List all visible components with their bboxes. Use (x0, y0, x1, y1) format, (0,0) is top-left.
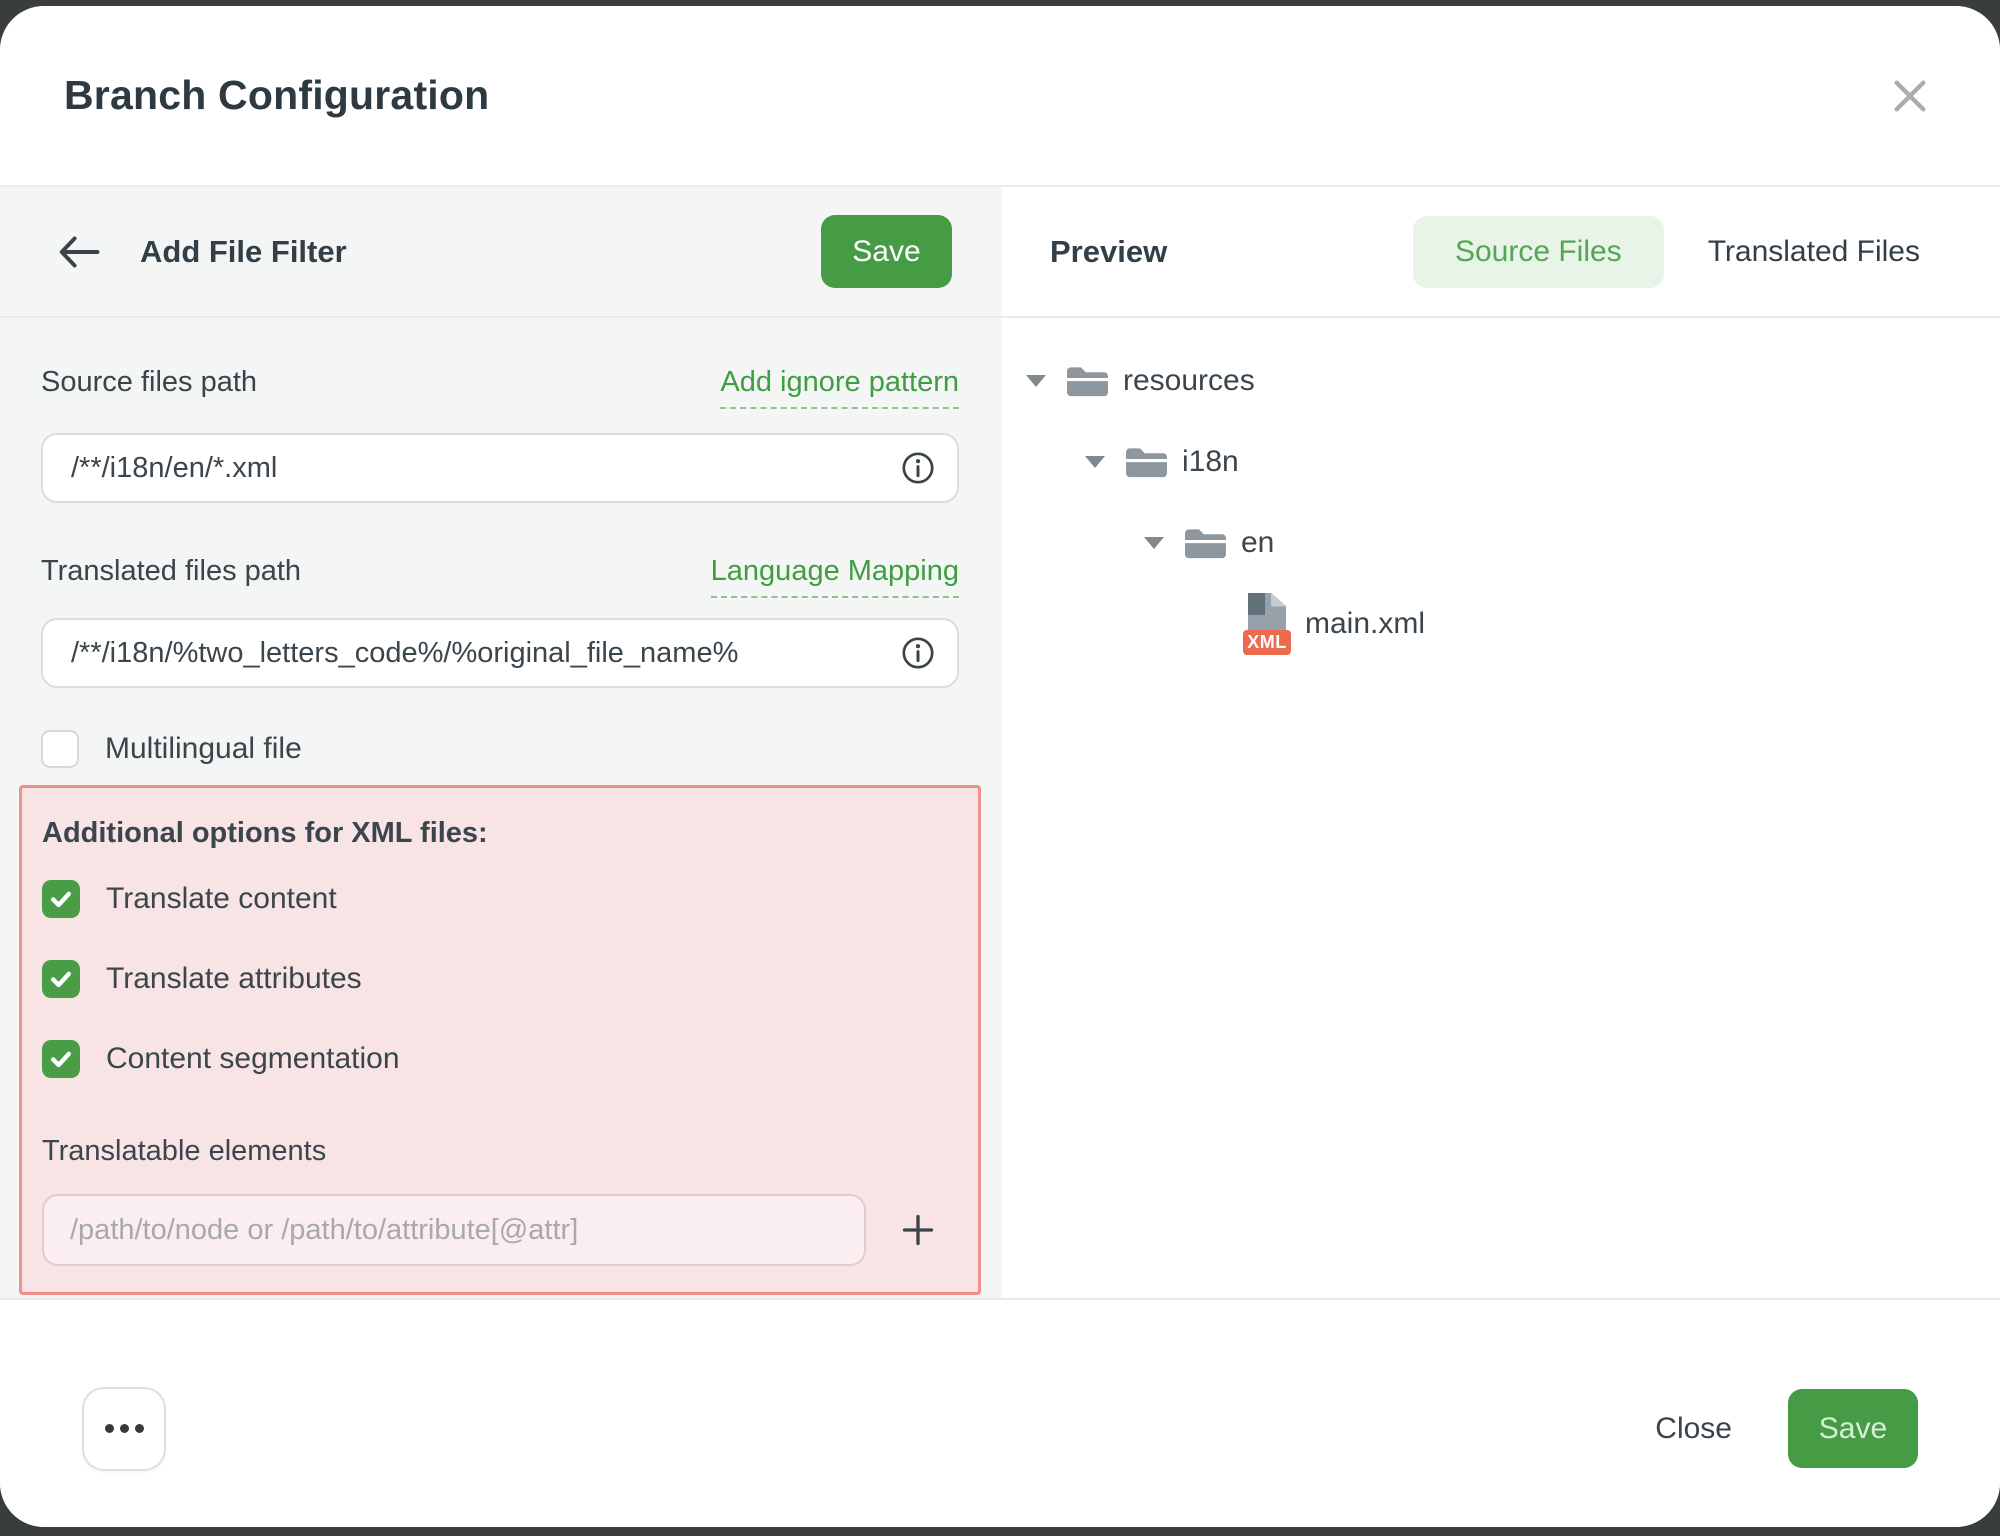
content-segmentation-row: Content segmentation (42, 1040, 958, 1078)
tree-label: i18n (1182, 445, 1239, 479)
chevron-down-icon[interactable] (1144, 537, 1164, 549)
modal-save-button[interactable]: Save (1788, 1389, 1918, 1468)
back-button[interactable] (56, 230, 100, 274)
translatable-elements-row (42, 1194, 958, 1266)
chevron-down-icon[interactable] (1026, 375, 1046, 387)
checkmark-icon (48, 1046, 74, 1072)
file-page-shade (1248, 593, 1265, 615)
close-button[interactable] (1880, 66, 1940, 126)
xml-file-icon: XML (1243, 593, 1291, 655)
folder-open-icon (1064, 361, 1111, 400)
tree-row-main-xml[interactable]: XML main.xml (1026, 583, 2000, 664)
tab-source-files[interactable]: Source Files (1413, 216, 1664, 288)
translate-content-row: Translate content (42, 880, 958, 918)
add-ignore-pattern-link[interactable]: Add ignore pattern (720, 364, 959, 409)
language-mapping-link[interactable]: Language Mapping (711, 553, 959, 598)
chevron-down-icon[interactable] (1085, 456, 1105, 468)
translated-path-field (41, 618, 959, 688)
screen-backdrop: Branch Configuration Add File Filter Sa (0, 0, 2000, 1536)
source-path-info-button[interactable] (901, 451, 935, 485)
branch-configuration-modal: Branch Configuration Add File Filter Sa (0, 6, 2000, 1527)
modal-header: Branch Configuration (0, 6, 2000, 187)
xml-options-box: Additional options for XML files: Transl… (19, 785, 981, 1295)
tree-row-resources[interactable]: resources (1026, 340, 2000, 421)
tree-row-i18n[interactable]: i18n (1026, 421, 2000, 502)
translate-attributes-row: Translate attributes (42, 960, 958, 998)
translated-path-header: Translated files path Language Mapping (41, 553, 959, 598)
source-path-label: Source files path (41, 364, 257, 400)
content-segmentation-checkbox[interactable] (42, 1040, 80, 1078)
translated-path-label: Translated files path (41, 553, 301, 589)
translatable-elements-label: Translatable elements (42, 1134, 958, 1168)
checkmark-icon (48, 886, 74, 912)
translatable-elements-input[interactable] (42, 1194, 866, 1266)
translate-content-label: Translate content (106, 882, 337, 916)
filter-save-button[interactable]: Save (821, 215, 952, 288)
file-filter-panel: Add File Filter Save Source files path A… (0, 187, 1002, 1298)
translate-content-checkbox[interactable] (42, 880, 80, 918)
filter-title: Add File Filter (140, 234, 347, 270)
translated-path-input[interactable] (71, 637, 887, 670)
modal-body: Add File Filter Save Source files path A… (0, 187, 2000, 1298)
info-circle-icon (901, 636, 935, 670)
close-icon (1890, 76, 1930, 116)
modal-close-button[interactable]: Close (1655, 1412, 1732, 1446)
translated-path-info-button[interactable] (901, 636, 935, 670)
source-path-header: Source files path Add ignore pattern (41, 364, 959, 409)
tree-row-en[interactable]: en (1026, 502, 2000, 583)
folder-open-icon (1123, 442, 1170, 481)
translate-attributes-checkbox[interactable] (42, 960, 80, 998)
info-circle-icon (901, 451, 935, 485)
source-path-field (41, 433, 959, 503)
modal-footer: Close Save (0, 1298, 2000, 1527)
folder-open-icon (1182, 523, 1229, 562)
tree-label: main.xml (1305, 607, 1425, 641)
file-fold-corner (1271, 593, 1287, 607)
file-tree: resources i18n en (1002, 318, 2000, 664)
translate-attributes-label: Translate attributes (106, 962, 362, 996)
source-path-input[interactable] (71, 452, 887, 485)
ellipsis-icon (105, 1424, 144, 1433)
preview-panel: Preview Source Files Translated Files re… (1002, 187, 2000, 1298)
tree-label: en (1241, 526, 1274, 560)
plus-icon (900, 1212, 936, 1248)
modal-title: Branch Configuration (64, 72, 489, 119)
checkmark-icon (48, 966, 74, 992)
filter-toolbar: Add File Filter Save (0, 187, 1002, 318)
arrow-left-icon (56, 234, 100, 270)
preview-title: Preview (1050, 234, 1167, 270)
filter-form: Source files path Add ignore pattern Tra… (0, 318, 1002, 1298)
multilingual-checkbox[interactable] (41, 730, 79, 768)
preview-toolbar: Preview Source Files Translated Files (1002, 187, 2000, 318)
tab-translated-files[interactable]: Translated Files (1708, 235, 1920, 269)
multilingual-label: Multilingual file (105, 732, 302, 766)
tree-label: resources (1123, 364, 1255, 398)
xml-badge: XML (1243, 630, 1291, 655)
preview-tabs: Source Files Translated Files (1413, 216, 1920, 288)
more-options-button[interactable] (82, 1387, 166, 1471)
content-segmentation-label: Content segmentation (106, 1042, 400, 1076)
xml-options-title: Additional options for XML files: (42, 816, 958, 850)
add-element-button[interactable] (900, 1212, 936, 1248)
multilingual-row: Multilingual file (41, 730, 959, 768)
